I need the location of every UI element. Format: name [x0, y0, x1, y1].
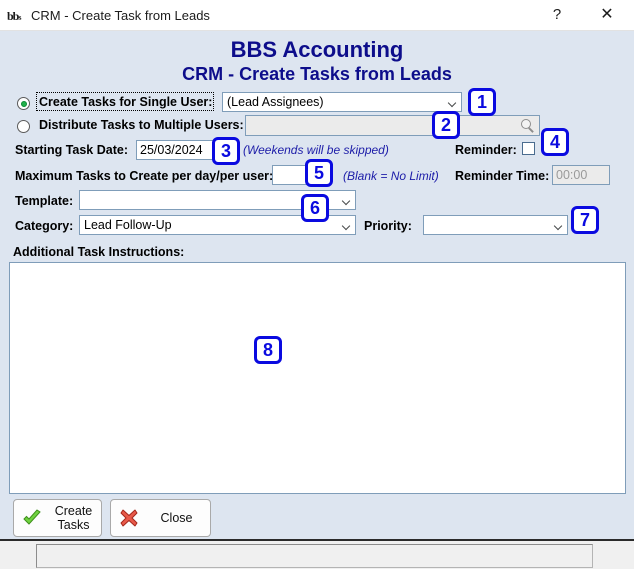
close-button-label: Close: [160, 511, 193, 525]
multiple-users-label: Distribute Tasks to Multiple Users:: [39, 118, 244, 132]
single-user-label: Create Tasks for Single User:: [39, 95, 213, 109]
search-icon[interactable]: [521, 119, 535, 133]
chevron-down-icon: [343, 198, 351, 203]
chevron-down-icon: [555, 223, 563, 228]
max-tasks-note: (Blank = No Limit): [343, 169, 439, 183]
chevron-down-icon: [449, 100, 457, 105]
annotation-badge-4: 4: [541, 128, 569, 156]
multi-user-search-field[interactable]: [245, 115, 540, 136]
close-button[interactable]: Close: [110, 499, 211, 537]
max-tasks-input[interactable]: [272, 165, 307, 185]
template-label: Template:: [15, 194, 74, 208]
starting-date-label: Starting Task Date:: [15, 143, 128, 157]
instructions-label: Additional Task Instructions:: [13, 245, 185, 259]
radio-single-user[interactable]: [17, 97, 30, 110]
annotation-badge-3: 3: [212, 137, 240, 165]
reminder-time-input[interactable]: 00:00: [552, 165, 610, 185]
chevron-down-icon: [343, 223, 351, 228]
status-message-panel: [36, 544, 593, 568]
radio-multiple-users[interactable]: [17, 120, 30, 133]
annotation-badge-7: 7: [571, 206, 599, 234]
create-tasks-button[interactable]: Create Tasks: [13, 499, 102, 537]
status-bar: [0, 539, 634, 569]
annotation-badge-8: 8: [254, 336, 282, 364]
reminder-time-value: 00:00: [556, 168, 588, 182]
category-dropdown-value: Lead Follow-Up: [84, 218, 172, 232]
page-subtitle: CRM - Create Tasks from Leads: [182, 64, 452, 84]
reminder-time-label: Reminder Time:: [455, 169, 550, 183]
reminder-checkbox[interactable]: [522, 142, 535, 155]
crm-create-tasks-window: bbs CRM - Create Task from Leads ? ✕ BBS…: [0, 0, 634, 569]
category-label: Category:: [15, 219, 74, 233]
close-x-icon: [119, 508, 139, 528]
help-button[interactable]: ?: [534, 0, 580, 30]
create-tasks-button-label: Create Tasks: [54, 504, 93, 532]
starting-date-value: 25/03/2024: [140, 143, 203, 157]
priority-dropdown[interactable]: [423, 215, 568, 235]
annotation-badge-2: 2: [432, 111, 460, 139]
close-window-button[interactable]: ✕: [584, 0, 630, 30]
app-logo-icon: bbs: [7, 9, 22, 23]
assignee-dropdown-value: (Lead Assignees): [227, 95, 324, 109]
additional-instructions-textarea[interactable]: [9, 262, 626, 494]
reminder-label: Reminder:: [455, 143, 517, 157]
max-tasks-label: Maximum Tasks to Create per day/per user…: [15, 169, 274, 183]
page-title: BBS Accounting: [230, 37, 404, 62]
title-bar: bbs CRM - Create Task from Leads ? ✕: [0, 0, 634, 31]
priority-label: Priority:: [364, 219, 412, 233]
window-title: CRM - Create Task from Leads: [31, 8, 210, 23]
starting-date-input[interactable]: 25/03/2024: [136, 140, 214, 160]
assignee-dropdown[interactable]: (Lead Assignees): [222, 92, 462, 112]
annotation-badge-6: 6: [301, 194, 329, 222]
annotation-badge-1: 1: [468, 88, 496, 116]
form-body: BBS Accounting CRM - Create Tasks from L…: [0, 31, 634, 539]
weekends-note: (Weekends will be skipped): [243, 143, 389, 157]
annotation-badge-5: 5: [305, 159, 333, 187]
check-icon: [22, 508, 42, 528]
